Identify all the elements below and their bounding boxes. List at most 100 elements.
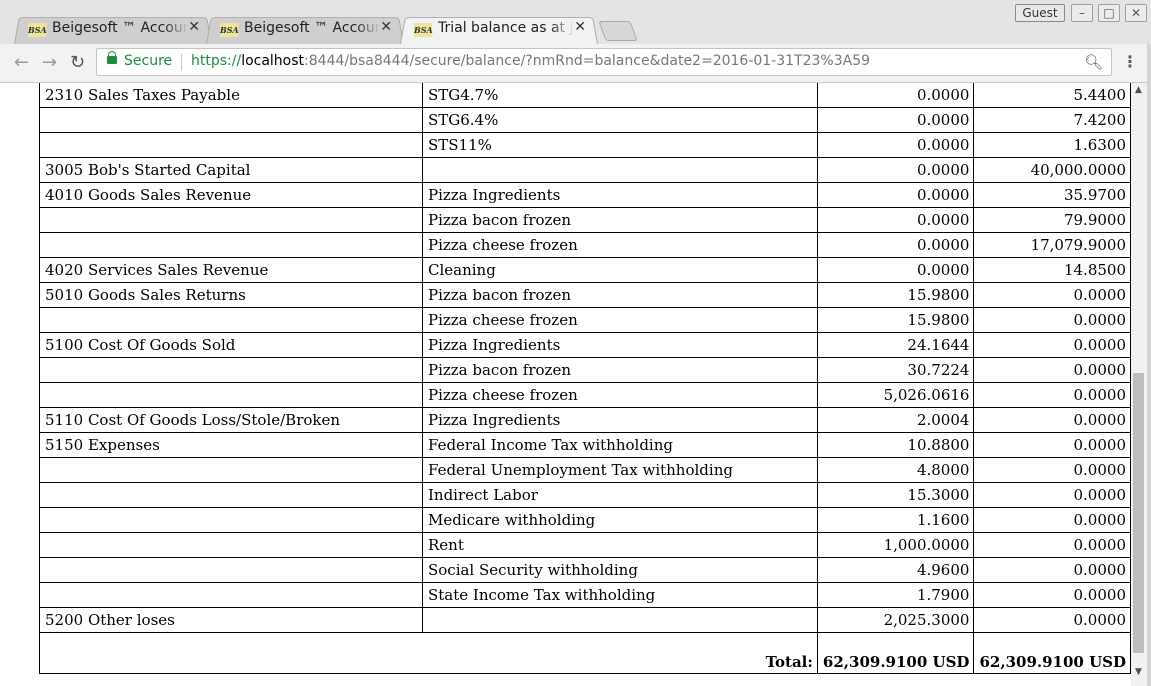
account-cell [39, 532, 423, 558]
table-row: 5150 Expenses Federal Income Tax withhold… [39, 432, 1131, 458]
back-arrow-icon[interactable]: ← [14, 52, 29, 73]
credit-cell: 0.0000 [973, 532, 1131, 558]
subaccount-cell: Rent [421, 532, 818, 558]
url-text[interactable]: https://localhost:8444/bsa8444/secure/ba… [191, 53, 870, 69]
credit-cell: 5.4400 [973, 83, 1131, 108]
scrollbar-thumb[interactable] [1133, 373, 1144, 653]
table-row: Social Security withholding 4.9600 0.0000 [39, 557, 1131, 583]
total-debit: 62,309.9100 USD [816, 632, 975, 674]
subaccount-cell: Indirect Labor [421, 482, 818, 508]
account-cell [39, 482, 423, 508]
credit-cell: 0.0000 [973, 507, 1131, 533]
debit-cell: 4.8000 [816, 457, 975, 483]
close-window-icon[interactable]: ✕ [1125, 4, 1147, 22]
debit-cell: 5,026.0616 [816, 382, 975, 408]
account-cell: 2310 Sales Taxes Payable [39, 83, 423, 108]
minimize-icon[interactable]: – [1071, 4, 1093, 22]
forward-arrow-icon[interactable]: → [42, 52, 57, 73]
credit-cell: 0.0000 [973, 582, 1131, 608]
close-icon[interactable]: ✕ [188, 19, 200, 35]
divider [181, 54, 182, 71]
account-cell: 5200 Other loses [39, 607, 423, 633]
subaccount-cell: Social Security withholding [421, 557, 818, 583]
subaccount-cell: Pizza bacon frozen [421, 357, 818, 383]
browser-titlebar: BSA Beigesoft ™ Accounting ✕ BSA Beigeso… [0, 0, 1151, 44]
table-row: Pizza cheese frozen 5,026.0616 0.0000 [39, 382, 1131, 408]
debit-cell: 0.0000 [816, 83, 975, 108]
window-border [1147, 44, 1151, 686]
new-tab-button[interactable] [598, 21, 638, 41]
debit-cell: 24.1644 [816, 332, 975, 358]
close-icon[interactable]: ✕ [574, 19, 586, 35]
scroll-up-icon[interactable]: ▲ [1135, 85, 1142, 95]
credit-cell: 0.0000 [973, 457, 1131, 483]
credit-cell: 35.9700 [973, 182, 1131, 208]
bsa-favicon-icon: BSA [220, 23, 239, 37]
account-cell: 4010 Goods Sales Revenue [39, 182, 423, 208]
credit-cell: 0.0000 [973, 482, 1131, 508]
table-row: Pizza bacon frozen 30.7224 0.0000 [39, 357, 1131, 383]
subaccount-cell: Pizza bacon frozen [421, 207, 818, 233]
subaccount-cell: Pizza Ingredients [421, 407, 818, 433]
tab-accounting-1[interactable]: BSA Beigesoft ™ Accounting ✕ [14, 14, 212, 44]
account-cell [39, 507, 423, 533]
table-row: State Income Tax withholding 1.7900 0.0000 [39, 582, 1131, 608]
debit-cell: 1.7900 [816, 582, 975, 608]
subaccount-cell: STG4.7% [421, 83, 818, 108]
account-cell [39, 557, 423, 583]
debit-cell: 0.0000 [816, 132, 975, 158]
vertical-scrollbar[interactable]: ▲ ▼ [1131, 83, 1147, 686]
kebab-menu-icon[interactable]: ⋮ [1122, 52, 1138, 71]
subaccount-cell: Pizza cheese frozen [421, 307, 818, 333]
total-credit: 62,309.9100 USD [973, 632, 1131, 674]
table-row: 2310 Sales Taxes Payable STG4.7% 0.0000 5.4… [39, 83, 1131, 108]
debit-cell: 15.9800 [816, 307, 975, 333]
subaccount-cell: Federal Unemployment Tax withholding [421, 457, 818, 483]
address-bar[interactable]: Secure https://localhost:8444/bsa8444/se… [96, 48, 1112, 76]
table-row: STS11% 0.0000 1.6300 [39, 132, 1131, 158]
subaccount-cell [421, 607, 818, 633]
trial-balance-table: 2310 Sales Taxes Payable STG4.7% 0.0000 5.4… [39, 83, 1131, 674]
credit-cell: 0.0000 [973, 407, 1131, 433]
page-content: 2310 Sales Taxes Payable STG4.7% 0.0000 5.4… [0, 83, 1131, 686]
magnifier-icon[interactable]: 🔍︎ [1084, 53, 1103, 71]
close-icon[interactable]: ✕ [380, 19, 392, 35]
subaccount-cell: State Income Tax withholding [421, 582, 818, 608]
subaccount-cell: Pizza cheese frozen [421, 232, 818, 258]
table-row: 5010 Goods Sales Returns Pizza bacon froz… [39, 282, 1131, 308]
credit-cell: 0.0000 [973, 357, 1131, 383]
credit-cell: 79.9000 [973, 207, 1131, 233]
subaccount-cell: Pizza Ingredients [421, 182, 818, 208]
subaccount-cell: Pizza Ingredients [421, 332, 818, 358]
bsa-favicon-icon: BSA [414, 23, 433, 37]
total-row: Total: 62,309.9100 USD 62,309.9100 USD [39, 632, 1131, 674]
account-cell [39, 132, 423, 158]
table-row: 5110 Cost Of Goods Loss/Stole/Broken Pizz… [39, 407, 1131, 433]
debit-cell: 0.0000 [816, 107, 975, 133]
reload-icon[interactable]: ↻ [70, 52, 85, 73]
credit-cell: 0.0000 [973, 282, 1131, 308]
account-cell: 5110 Cost Of Goods Loss/Stole/Broken [39, 407, 423, 433]
account-cell [39, 107, 423, 133]
scroll-down-icon[interactable]: ▼ [1135, 667, 1142, 677]
debit-cell: 4.9600 [816, 557, 975, 583]
debit-cell: 1,000.0000 [816, 532, 975, 558]
debit-cell: 0.0000 [816, 232, 975, 258]
table-row: 5100 Cost Of Goods Sold Pizza Ingredients… [39, 332, 1131, 358]
debit-cell: 0.0000 [816, 157, 975, 183]
credit-cell: 40,000.0000 [973, 157, 1131, 183]
account-cell [39, 457, 423, 483]
subaccount-cell: Cleaning [421, 257, 818, 283]
profile-button[interactable]: Guest [1015, 4, 1065, 22]
tab-title: Beigesoft ™ Accounting [52, 20, 188, 36]
credit-cell: 0.0000 [973, 307, 1131, 333]
subaccount-cell: Medicare withholding [421, 507, 818, 533]
table-row: 4010 Goods Sales Revenue Pizza Ingredient… [39, 182, 1131, 208]
subaccount-cell: Federal Income Tax withholding [421, 432, 818, 458]
tab-accounting-2[interactable]: BSA Beigesoft ™ Accounting ✕ [206, 14, 404, 44]
debit-cell: 0.0000 [816, 257, 975, 283]
debit-cell: 30.7224 [816, 357, 975, 383]
tab-trial-balance[interactable]: BSA Trial balance as at Jan ✕ [400, 14, 598, 44]
maximize-icon[interactable]: □ [1098, 4, 1120, 22]
table-row: Pizza cheese frozen 15.9800 0.0000 [39, 307, 1131, 333]
